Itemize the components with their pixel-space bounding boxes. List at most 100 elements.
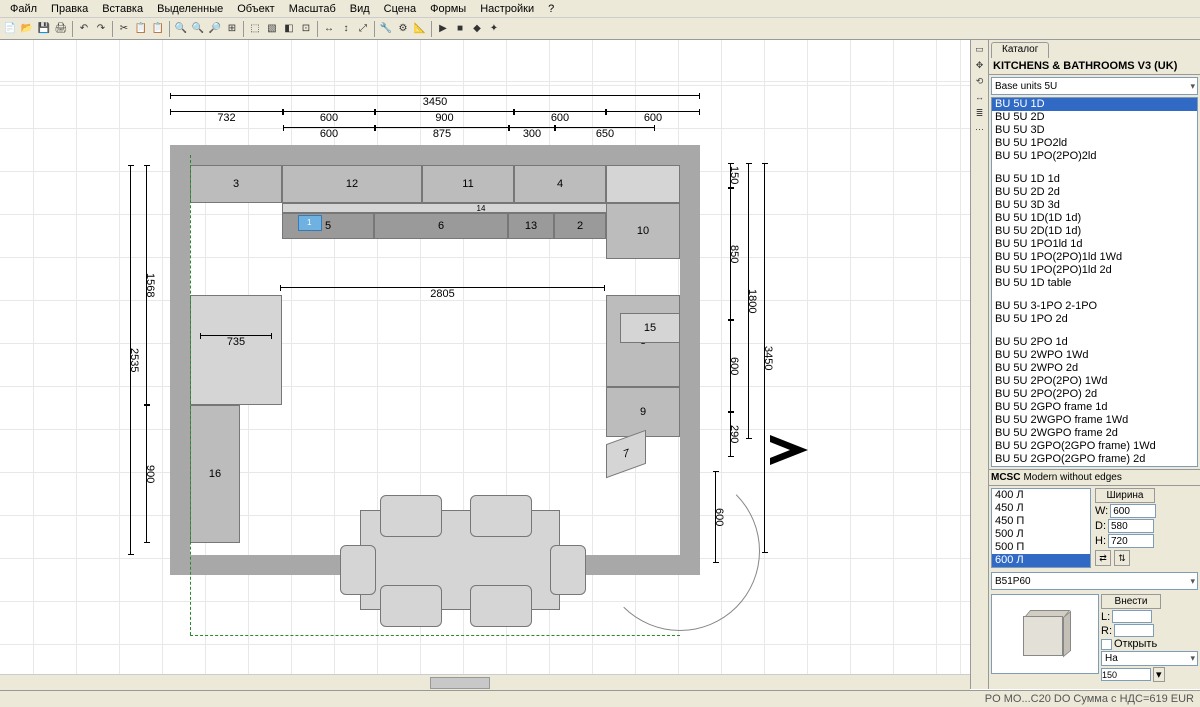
- size-item[interactable]: 600 П: [992, 567, 1090, 568]
- open-checkbox[interactable]: [1101, 639, 1112, 650]
- size-item[interactable]: 500 П: [992, 541, 1090, 554]
- model-combo[interactable]: B51P60: [991, 572, 1198, 590]
- d-input[interactable]: [1108, 519, 1154, 533]
- toolbar-icon[interactable]: 🖨: [53, 21, 69, 37]
- menu-insert[interactable]: Вставка: [96, 2, 149, 16]
- size-item[interactable]: 450 П: [992, 515, 1090, 528]
- catalog-item[interactable]: BU 5U 2D(1D 1d): [992, 225, 1197, 238]
- toolbar-icon[interactable]: ↕: [338, 21, 354, 37]
- toolbar-icon[interactable]: 📋: [133, 21, 149, 37]
- catalog-item[interactable]: BU 5U 2PO(2PO) 1Wd: [992, 375, 1197, 388]
- tab-catalog[interactable]: Каталог: [991, 42, 1049, 58]
- size-item[interactable]: 500 Л: [992, 528, 1090, 541]
- menu-file[interactable]: Файл: [4, 2, 43, 16]
- menu-forms[interactable]: Формы: [424, 2, 472, 16]
- tool-rotate-icon[interactable]: ⟲: [973, 74, 987, 88]
- toolbar-icon[interactable]: ↔: [321, 21, 337, 37]
- width-button[interactable]: Ширина: [1095, 488, 1155, 503]
- dim-seg: 300: [509, 127, 555, 137]
- toolbar-icon[interactable]: 📋: [150, 21, 166, 37]
- menu-help[interactable]: ?: [542, 2, 560, 16]
- catalog-item[interactable]: BU 5U 1PO 2d: [992, 313, 1197, 326]
- l-input[interactable]: [1112, 610, 1152, 623]
- catalog-item[interactable]: BU 5U 2WGPO frame 2d: [992, 427, 1197, 440]
- catalog-list[interactable]: BU 5U 1DBU 5U 2DBU 5U 3DBU 5U 1PO2ldBU 5…: [991, 97, 1198, 467]
- catalog-item[interactable]: BU 5U 2D 2d: [992, 186, 1197, 199]
- toolbar-icon[interactable]: ↶: [76, 21, 92, 37]
- catalog-item[interactable]: BU 5U 2WPO 1Wd: [992, 349, 1197, 362]
- toolbar-icon[interactable]: 💾: [36, 21, 52, 37]
- tool-pan-icon[interactable]: ✥: [973, 58, 987, 72]
- catalog-item[interactable]: BU 5U 2PO(2PO) 2d: [992, 388, 1197, 401]
- catalog-item[interactable]: BU 5U 1PO(2PO)1ld 2d: [992, 264, 1197, 277]
- toolbar-icon[interactable]: ■: [452, 21, 468, 37]
- toolbar-icon[interactable]: 🔎: [207, 21, 223, 37]
- tool-layers-icon[interactable]: ≣: [973, 106, 987, 120]
- menu-edit[interactable]: Правка: [45, 2, 94, 16]
- catalog-item[interactable]: BU 5U 1PO(2PO)2ld: [992, 150, 1197, 163]
- catalog-item[interactable]: BU 5U 1D(1D 1d): [992, 212, 1197, 225]
- toolbar-icon[interactable]: 📂: [19, 21, 35, 37]
- r-input[interactable]: [1114, 624, 1154, 637]
- catalog-item[interactable]: BU 5U 1D 1d: [992, 173, 1197, 186]
- r-label: R:: [1101, 625, 1112, 637]
- drawing-canvas[interactable]: 3450 732 600 900 600 600 600 875 300 650…: [0, 40, 970, 689]
- catalog-item[interactable]: BU 5U 2WGPO frame 1Wd: [992, 414, 1197, 427]
- catalog-item[interactable]: BU 5U 3D 3d: [992, 199, 1197, 212]
- catalog-item[interactable]: BU 5U 1PO1ld 1d: [992, 238, 1197, 251]
- num-input[interactable]: [1101, 668, 1151, 681]
- tool-pointer-icon[interactable]: ▭: [973, 42, 987, 56]
- size-item[interactable]: 400 Л: [992, 489, 1090, 502]
- toolbar-icon[interactable]: ✦: [486, 21, 502, 37]
- catalog-item[interactable]: BU 5U 1PO2ld: [992, 137, 1197, 150]
- insert-button[interactable]: Внести: [1101, 594, 1161, 609]
- toolbar-icon[interactable]: ⤢: [355, 21, 371, 37]
- toolbar-icon[interactable]: 🔍: [190, 21, 206, 37]
- tool-measure-icon[interactable]: ↔: [973, 90, 987, 104]
- menu-scene[interactable]: Сцена: [378, 2, 422, 16]
- toolbar-icon[interactable]: ▧: [264, 21, 280, 37]
- toolbar-icon[interactable]: ⬚: [247, 21, 263, 37]
- catalog-item[interactable]: BU 5U 1D: [992, 98, 1197, 111]
- size-item[interactable]: 450 Л: [992, 502, 1090, 515]
- tool-more-icon[interactable]: ⋯: [973, 122, 987, 136]
- catalog-item[interactable]: BU 5U 2GPO frame 1d: [992, 401, 1197, 414]
- catalog-group-combo[interactable]: Base units 5U: [991, 77, 1198, 95]
- catalog-item[interactable]: BU 5U 3D: [992, 124, 1197, 137]
- toolbar-icon[interactable]: ⊞: [224, 21, 240, 37]
- menu-view[interactable]: Вид: [344, 2, 376, 16]
- catalog-item[interactable]: BU 5U 1PO(2PO)1ld 1Wd: [992, 251, 1197, 264]
- guide-v: [190, 155, 680, 635]
- toolbar-icon[interactable]: 📄: [2, 21, 18, 37]
- toolbar-icon[interactable]: ↷: [93, 21, 109, 37]
- toolbar-icon[interactable]: ◆: [469, 21, 485, 37]
- menu-settings[interactable]: Настройки: [474, 2, 540, 16]
- toolbar-icon[interactable]: 🔍: [173, 21, 189, 37]
- catalog-item[interactable]: BU 5U 3-1PO 2-1PO: [992, 300, 1197, 313]
- catalog-item[interactable]: BU 5U 2PO 1d: [992, 336, 1197, 349]
- toolbar-icon[interactable]: ✂: [116, 21, 132, 37]
- w-input[interactable]: [1110, 504, 1156, 518]
- horizontal-scrollbar[interactable]: [0, 674, 970, 690]
- na-combo[interactable]: На: [1101, 651, 1198, 666]
- menu-zoom[interactable]: Масштаб: [283, 2, 342, 16]
- h-input[interactable]: [1108, 534, 1154, 548]
- toolbar-icon[interactable]: ⊡: [298, 21, 314, 37]
- toolbar-icon[interactable]: 🔧: [378, 21, 394, 37]
- sizes-list[interactable]: 400 Л450 Л450 П500 Л500 П600 Л600 П: [991, 488, 1091, 568]
- catalog-item[interactable]: BU 5U 2GPO(2GPO frame) 2d: [992, 453, 1197, 466]
- catalog-item[interactable]: BU 5U 2WPO 2d: [992, 362, 1197, 375]
- catalog-item[interactable]: BU 5U 2GPO(2GPO frame) 1Wd: [992, 440, 1197, 453]
- mirror-h-icon[interactable]: ⇄: [1095, 550, 1111, 566]
- toolbar-icon[interactable]: ◧: [281, 21, 297, 37]
- menu-selected[interactable]: Выделенные: [151, 2, 229, 16]
- mirror-v-icon[interactable]: ⇅: [1114, 550, 1130, 566]
- menu-object[interactable]: Объект: [231, 2, 280, 16]
- catalog-item[interactable]: BU 5U 1D table: [992, 277, 1197, 290]
- catalog-item[interactable]: BU 5U 2D: [992, 111, 1197, 124]
- size-item[interactable]: 600 Л: [992, 554, 1090, 567]
- toolbar-icon[interactable]: ⚙: [395, 21, 411, 37]
- chevron-down-icon[interactable]: ▾: [1153, 667, 1165, 682]
- toolbar-icon[interactable]: 📐: [412, 21, 428, 37]
- toolbar-icon[interactable]: ▶: [435, 21, 451, 37]
